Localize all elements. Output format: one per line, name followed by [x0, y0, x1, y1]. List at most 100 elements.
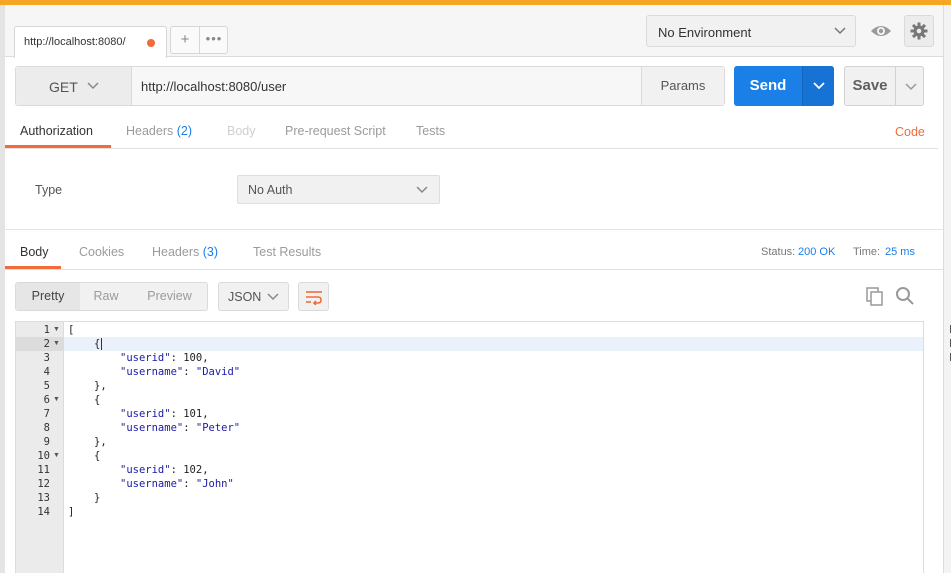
- request-url-bar: GET http://localhost:8080/user Params: [15, 66, 725, 106]
- tab-body[interactable]: Body: [227, 124, 256, 138]
- line-number: 12: [37, 478, 50, 490]
- code-line: ]: [68, 506, 75, 518]
- line-number: 2: [43, 338, 50, 350]
- line-number: 6: [43, 394, 50, 406]
- code-line: "username": "David": [120, 366, 241, 378]
- save-options-button[interactable]: [895, 67, 924, 105]
- view-preview-button[interactable]: Preview: [132, 283, 207, 310]
- code-line: "userid": 102,: [120, 464, 209, 476]
- status-value[interactable]: 200 OK: [798, 246, 835, 258]
- url-input[interactable]: http://localhost:8080/user: [141, 79, 286, 94]
- chevron-down-icon: [813, 82, 825, 90]
- request-tabs: Authorization Headers (2) Body Pre-reque…: [5, 115, 938, 149]
- chevron-down-icon: [87, 82, 99, 90]
- code-line: },: [94, 436, 107, 448]
- tab-headers[interactable]: Headers (2): [126, 124, 192, 138]
- tab-cookies[interactable]: Cookies: [79, 245, 124, 259]
- tab-bar: http://localhost:8080/ + •••: [5, 5, 638, 58]
- chevron-down-icon: [267, 293, 279, 301]
- tab-label: Test Results: [253, 245, 322, 259]
- active-tab-indicator: [5, 145, 111, 148]
- line-number: 9: [43, 436, 50, 448]
- code-line: [: [68, 324, 75, 336]
- time-value[interactable]: 25 ms: [885, 246, 915, 258]
- line-number: 4: [43, 366, 50, 378]
- request-tab[interactable]: http://localhost:8080/: [14, 26, 167, 58]
- view-pretty-button[interactable]: Pretty: [16, 283, 80, 310]
- wrap-icon: [306, 291, 322, 306]
- tab-response-headers[interactable]: Headers (3): [152, 245, 218, 259]
- active-tab-indicator: [5, 266, 61, 269]
- tab-authorization[interactable]: Authorization: [20, 124, 93, 138]
- text-cursor: [101, 338, 103, 350]
- code-line: },: [94, 380, 107, 392]
- environment-select[interactable]: No Environment: [646, 15, 856, 47]
- auth-type-label: Type: [35, 183, 63, 197]
- tab-pre-request-script[interactable]: Pre-request Script: [285, 124, 386, 138]
- line-number: 13: [37, 492, 50, 504]
- tab-label: Pre-request Script: [285, 124, 386, 138]
- gear-icon[interactable]: [904, 15, 934, 47]
- tab-label: Authorization: [20, 124, 93, 138]
- line-number: 14: [37, 506, 50, 518]
- auth-type-value: No Auth: [248, 183, 293, 197]
- response-body-editor[interactable]: 1 ▼[2 ▼{3 "userid": 100, 4 "username": "David…: [15, 321, 924, 573]
- fold-toggle-icon[interactable]: ▼: [53, 337, 61, 351]
- tab-test-results[interactable]: Test Results: [253, 245, 321, 259]
- line-number: 7: [43, 408, 50, 420]
- tab-count: (2): [176, 124, 193, 138]
- eye-icon[interactable]: [864, 15, 898, 47]
- chevron-down-icon: [834, 27, 846, 35]
- plus-icon[interactable]: +: [171, 27, 200, 53]
- view-mode-toggle: Pretty Raw Preview: [15, 282, 208, 311]
- code-line: "userid": 100,: [120, 352, 209, 364]
- send-options-button[interactable]: [802, 66, 834, 106]
- more-icon[interactable]: •••: [200, 27, 228, 53]
- params-button[interactable]: Params: [641, 67, 724, 105]
- code-line: "username": "John": [120, 478, 234, 490]
- line-number: 8: [43, 422, 50, 434]
- tab-label: Headers: [152, 245, 200, 259]
- fold-toggle-icon[interactable]: ▼: [53, 449, 61, 463]
- fold-toggle-icon[interactable]: ▼: [53, 393, 61, 407]
- tab-response-body[interactable]: Body: [20, 245, 49, 259]
- right-side-panel: [943, 5, 951, 573]
- status-label: Status:: [761, 246, 796, 258]
- tab-label: Body: [227, 124, 256, 138]
- close-dot-icon[interactable]: [147, 39, 155, 47]
- code-line: "username": "Peter": [120, 422, 241, 434]
- method-select[interactable]: GET: [16, 67, 132, 105]
- time-label: Time:: [853, 246, 881, 258]
- send-button[interactable]: Send: [734, 66, 834, 106]
- fold-toggle-icon[interactable]: ▼: [53, 323, 61, 337]
- search-icon[interactable]: [895, 286, 915, 309]
- section-divider: [5, 229, 943, 230]
- send-button-label: Send: [749, 77, 787, 94]
- copy-icon[interactable]: [865, 286, 885, 309]
- environment-bar: No Environment: [638, 5, 943, 57]
- save-button-label: Save: [852, 77, 888, 94]
- save-button[interactable]: Save: [844, 66, 924, 106]
- tab-tests[interactable]: Tests: [416, 124, 445, 138]
- line-number: 5: [43, 380, 50, 392]
- chevron-down-icon: [416, 186, 428, 194]
- method-value: GET: [49, 79, 78, 95]
- format-select[interactable]: JSON: [218, 282, 289, 311]
- tab-label: Tests: [416, 124, 446, 138]
- line-number: 3: [43, 352, 50, 364]
- code-line: {: [94, 394, 101, 406]
- tab-count: (3): [202, 245, 219, 259]
- auth-type-select[interactable]: No Auth: [237, 175, 440, 204]
- tab-label: Headers: [126, 124, 174, 138]
- window-left-edge: [0, 5, 5, 573]
- code-line: {: [94, 338, 103, 350]
- tab-label: Cookies: [79, 245, 125, 259]
- view-raw-button[interactable]: Raw: [80, 283, 132, 310]
- tab-actions: + •••: [170, 26, 228, 54]
- wrap-lines-button[interactable]: [298, 282, 329, 311]
- line-number: 1: [43, 324, 50, 336]
- code-line: "userid": 101,: [120, 408, 209, 420]
- active-line-highlight: [16, 337, 923, 351]
- chevron-down-icon: [905, 83, 917, 91]
- code-link[interactable]: Code: [895, 125, 925, 139]
